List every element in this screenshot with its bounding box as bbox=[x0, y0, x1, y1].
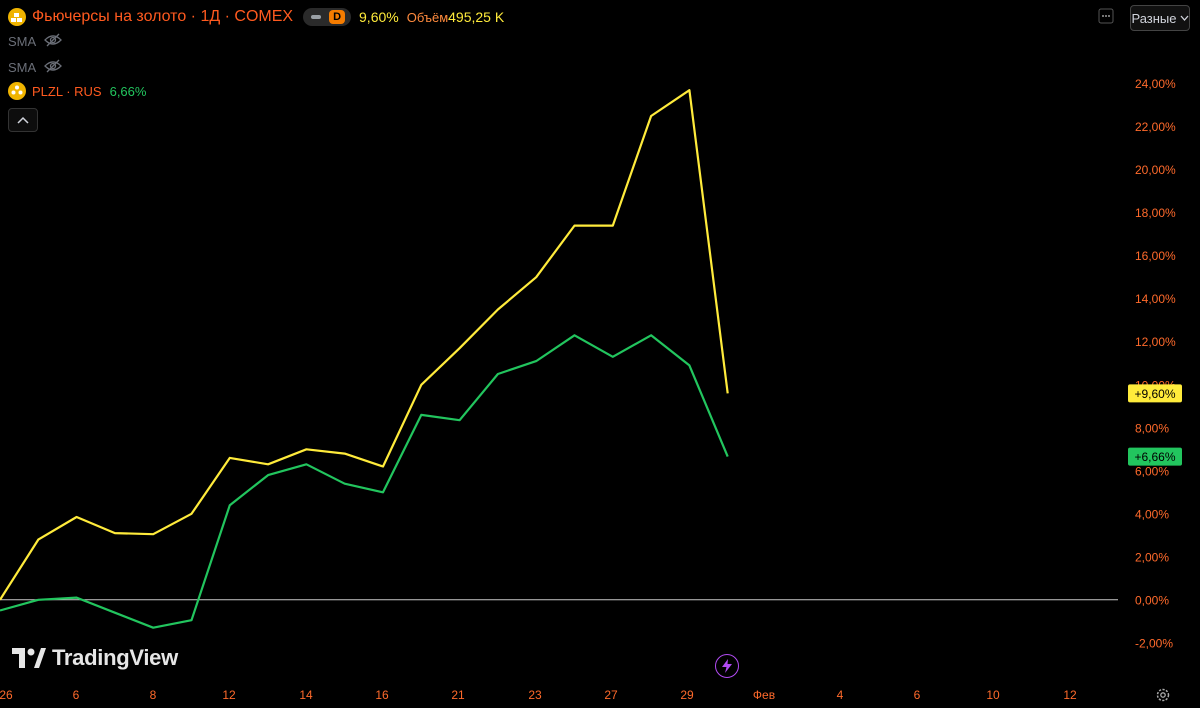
y-tick-label: -2,00% bbox=[1135, 636, 1173, 650]
scale-mode-button[interactable]: Разные bbox=[1130, 5, 1190, 31]
y-tick-label: 16,00% bbox=[1135, 249, 1176, 263]
x-tick-label: 29 bbox=[680, 688, 694, 702]
eye-off-icon[interactable] bbox=[44, 33, 63, 50]
compare-change-value: 6,66% bbox=[109, 83, 147, 99]
x-tick-label: 26 bbox=[0, 688, 13, 702]
compare-symbol-row[interactable]: PLZL · RUS 6,66% bbox=[8, 80, 504, 102]
plzl-logo-icon bbox=[8, 82, 26, 100]
collapse-legend-button[interactable] bbox=[8, 108, 38, 132]
gold-bars-icon bbox=[8, 8, 26, 26]
chart-legend: Фьючерсы на золото · 1Д · COMEX D 9,60% … bbox=[8, 6, 504, 132]
x-tick-label: 14 bbox=[299, 688, 313, 702]
tradingview-logo-icon bbox=[12, 648, 46, 668]
y-tick-label: 24,00% bbox=[1135, 77, 1176, 91]
chevron-up-icon bbox=[17, 116, 29, 124]
x-tick-label: 21 bbox=[451, 688, 465, 702]
x-tick-label: 6 bbox=[914, 688, 921, 702]
interval-pill[interactable]: D bbox=[303, 8, 352, 26]
indicator-row-2[interactable]: SMA bbox=[8, 54, 504, 80]
x-tick-label: Фев bbox=[753, 688, 775, 702]
chevron-down-icon bbox=[1180, 15, 1189, 21]
y-tick-label: 22,00% bbox=[1135, 120, 1176, 134]
indicator-name: SMA bbox=[8, 33, 37, 49]
y-tick-label: 6,00% bbox=[1135, 464, 1169, 478]
x-tick-label: 4 bbox=[837, 688, 844, 702]
x-tick-label: 12 bbox=[1063, 688, 1077, 702]
last-change-value: 9,60% bbox=[359, 9, 399, 25]
y-tick-label: 18,00% bbox=[1135, 206, 1176, 220]
tradingview-logo[interactable]: TradingView bbox=[12, 645, 178, 671]
x-tick-label: 27 bbox=[604, 688, 618, 702]
x-tick-label: 10 bbox=[986, 688, 1000, 702]
settings-gear-icon[interactable] bbox=[1155, 687, 1171, 703]
compare-symbol-name[interactable]: PLZL · RUS bbox=[32, 84, 102, 99]
last-value-label: +9,60% bbox=[1134, 387, 1175, 401]
y-tick-label: 2,00% bbox=[1135, 550, 1169, 564]
x-tick-label: 8 bbox=[150, 688, 157, 702]
eye-off-icon[interactable] bbox=[44, 59, 63, 76]
market-status-icon bbox=[311, 15, 322, 19]
volume-value: 495,25 K bbox=[448, 9, 505, 25]
y-tick-label: 14,00% bbox=[1135, 292, 1176, 306]
more-options-icon[interactable] bbox=[1098, 8, 1114, 24]
series-line-0[interactable] bbox=[0, 89, 729, 601]
y-tick-label: 8,00% bbox=[1135, 421, 1169, 435]
y-tick-label: 4,00% bbox=[1135, 507, 1169, 521]
main-symbol-row[interactable]: Фьючерсы на золото · 1Д · COMEX D 9,60% … bbox=[8, 6, 504, 28]
x-tick-label: 12 bbox=[222, 688, 236, 702]
x-tick-label: 6 bbox=[73, 688, 80, 702]
scale-mode-label: Разные bbox=[1131, 10, 1177, 26]
y-tick-label: 20,00% bbox=[1135, 163, 1176, 177]
x-tick-label: 16 bbox=[375, 688, 389, 702]
lightning-icon[interactable] bbox=[715, 654, 739, 678]
volume-label: Объём bbox=[406, 9, 449, 25]
x-tick-label: 23 bbox=[528, 688, 542, 702]
last-value-label: +6,66% bbox=[1134, 450, 1175, 464]
y-tick-label: 12,00% bbox=[1135, 335, 1176, 349]
indicator-row-1[interactable]: SMA bbox=[8, 28, 504, 54]
y-tick-label: 0,00% bbox=[1135, 593, 1169, 607]
interval-badge: D bbox=[329, 10, 346, 24]
symbol-title[interactable]: Фьючерсы на золото · 1Д · COMEX bbox=[32, 8, 293, 26]
series-line-1[interactable] bbox=[0, 334, 729, 629]
indicator-name: SMA bbox=[8, 59, 37, 75]
tradingview-logo-text: TradingView bbox=[52, 645, 178, 670]
